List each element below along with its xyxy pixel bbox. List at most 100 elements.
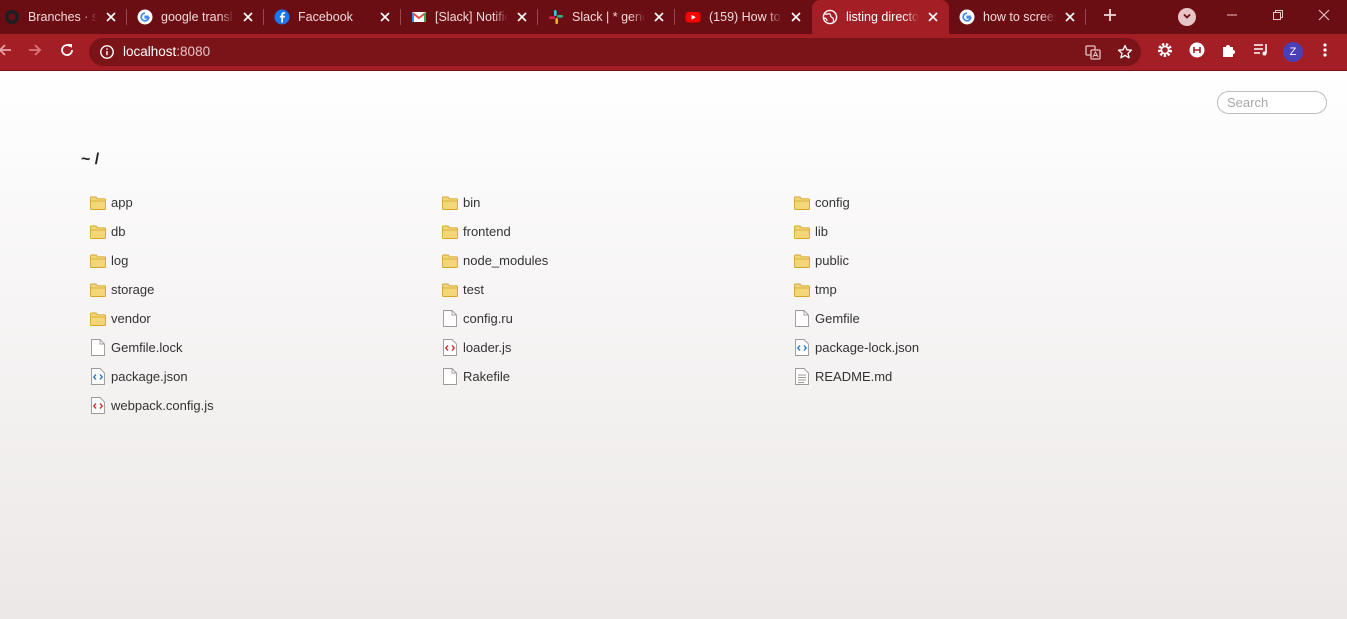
media-control-button[interactable] [1250, 41, 1272, 63]
folder-link[interactable]: vendor [90, 304, 442, 333]
close-icon[interactable] [514, 9, 530, 25]
arrow-right-icon [27, 42, 43, 63]
file-name: vendor [111, 311, 151, 326]
folder-link[interactable]: node_modules [442, 246, 794, 275]
file-name: storage [111, 282, 155, 297]
js-file-icon [442, 339, 458, 356]
folder-icon [442, 253, 458, 269]
folder-link[interactable]: tmp [794, 275, 1146, 304]
browser-tab[interactable]: (159) How to [675, 0, 812, 34]
folder-link[interactable]: lib [794, 217, 1146, 246]
extension-settings-button[interactable] [1154, 41, 1176, 63]
google-icon [137, 9, 153, 25]
folder-icon [90, 282, 106, 298]
file-link[interactable]: Gemfile [794, 304, 1146, 333]
browser-tab[interactable]: Slack | * gene [538, 0, 675, 34]
folder-icon [442, 224, 458, 240]
slack-icon [548, 9, 564, 25]
browser-tab[interactable]: [Slack] Notific [401, 0, 538, 34]
address-bar[interactable]: localhost:8080 [89, 38, 1141, 66]
tab-strip: Branches · set google transla Facebook [Sla… [0, 0, 1347, 34]
reload-icon [59, 42, 75, 63]
file-link[interactable]: package.json [90, 362, 442, 391]
file-link[interactable]: package-lock.json [794, 333, 1146, 362]
close-icon[interactable] [377, 9, 393, 25]
close-icon[interactable] [1062, 9, 1078, 25]
extension-button[interactable] [1186, 41, 1208, 63]
file-name: Gemfile [815, 311, 860, 326]
file-link[interactable]: README.md [794, 362, 1146, 391]
file-link[interactable]: loader.js [442, 333, 794, 362]
folder-icon [794, 253, 810, 269]
info-icon[interactable] [99, 44, 115, 60]
translate-icon[interactable] [1084, 43, 1102, 61]
star-icon[interactable] [1116, 43, 1134, 61]
file-name: db [111, 224, 126, 239]
folder-link[interactable]: bin [442, 188, 794, 217]
folder-link[interactable]: log [90, 246, 442, 275]
close-icon[interactable] [103, 9, 119, 25]
new-tab-button[interactable] [1096, 0, 1124, 34]
folder-link[interactable]: storage [90, 275, 442, 304]
close-icon [1318, 8, 1330, 26]
tab-search-button[interactable] [1178, 8, 1196, 26]
folder-link[interactable]: db [90, 217, 442, 246]
browser-tab[interactable]: listing directo [812, 0, 949, 34]
search-input[interactable] [1217, 91, 1327, 114]
profile-avatar[interactable]: Z [1283, 42, 1303, 62]
file-link[interactable]: Gemfile.lock [90, 333, 442, 362]
browser-toolbar: localhost:8080 Z [0, 34, 1347, 71]
reload-button[interactable] [56, 41, 78, 63]
github-icon [4, 9, 20, 25]
file-link[interactable]: config.ru [442, 304, 794, 333]
file-name: bin [463, 195, 481, 210]
file-icon [442, 310, 458, 327]
google-icon [959, 9, 975, 25]
folder-link[interactable]: config [794, 188, 1146, 217]
file-name: tmp [815, 282, 837, 297]
more-vertical-icon [1323, 42, 1327, 63]
folder-icon [90, 311, 106, 327]
back-button[interactable] [0, 41, 16, 63]
extensions-button[interactable] [1218, 41, 1240, 63]
folder-link[interactable]: app [90, 188, 442, 217]
folder-link[interactable]: public [794, 246, 1146, 275]
browser-tab[interactable]: how to screen [949, 0, 1086, 34]
facebook-icon [274, 9, 290, 25]
gear-icon [1156, 41, 1174, 64]
folder-icon [794, 282, 810, 298]
file-link[interactable]: webpack.config.js [90, 391, 442, 420]
close-icon[interactable] [651, 9, 667, 25]
file-list: app bin config db frontend lib log node_modules… [90, 188, 1146, 420]
minimize-button[interactable] [1209, 0, 1255, 34]
folder-link[interactable]: test [442, 275, 794, 304]
restore-button[interactable] [1255, 0, 1301, 34]
close-window-button[interactable] [1301, 0, 1347, 34]
browser-tab[interactable]: Branches · set [0, 0, 127, 34]
url-text[interactable]: localhost:8080 [123, 44, 210, 59]
file-name: loader.js [463, 340, 512, 355]
close-icon[interactable] [240, 9, 256, 25]
url-host: localhost [123, 44, 177, 59]
plus-icon [1103, 8, 1117, 27]
text-file-icon [794, 368, 810, 385]
browser-tab[interactable]: Facebook [264, 0, 401, 34]
browser-tab[interactable]: google transla [127, 0, 264, 34]
tab-title: how to screen [983, 10, 1056, 24]
forward-button[interactable] [24, 41, 46, 63]
file-name: public [815, 253, 849, 268]
restore-icon [1272, 8, 1284, 26]
close-icon[interactable] [788, 9, 804, 25]
file-name: package-lock.json [815, 340, 920, 355]
folder-link[interactable]: frontend [442, 217, 794, 246]
minimize-icon [1226, 8, 1238, 26]
arrow-left-icon [0, 42, 13, 63]
file-name: app [111, 195, 133, 210]
file-link[interactable]: Rakefile [442, 362, 794, 391]
close-icon[interactable] [925, 9, 941, 25]
browser-menu-button[interactable] [1314, 41, 1336, 63]
file-name: webpack.config.js [111, 398, 214, 413]
directory-listing-page: ~ / app bin config db frontend lib log node_mod… [0, 71, 1347, 619]
playlist-icon [1252, 41, 1270, 64]
file-name: lib [815, 224, 829, 239]
